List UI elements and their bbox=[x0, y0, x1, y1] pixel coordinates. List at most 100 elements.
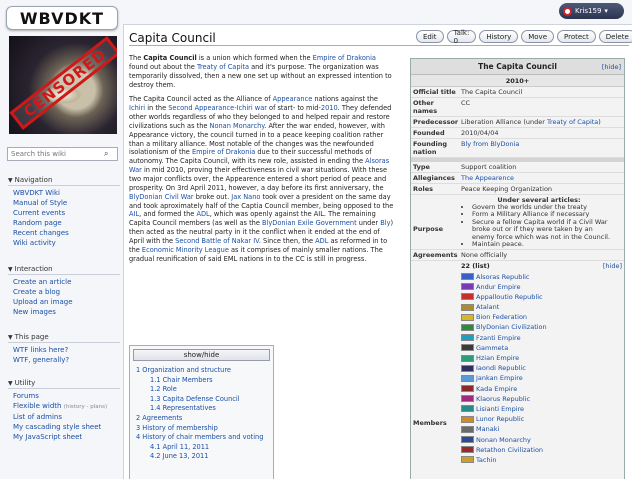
portlet-navigation: ▼ Navigation WBVDKT Wiki Manual of Style … bbox=[8, 176, 120, 248]
toc-entry[interactable]: 1.4 Representatives bbox=[133, 404, 270, 414]
portlet-title: Navigation bbox=[14, 176, 53, 184]
search-input[interactable] bbox=[8, 150, 104, 158]
portlet-interaction: ▼ Interaction Create an article Create a … bbox=[8, 265, 120, 317]
article-link[interactable]: AIL bbox=[129, 210, 139, 218]
article-link[interactable]: Empire of Drakonia bbox=[313, 54, 376, 62]
article-link[interactable]: Second Battle of Nakar IV bbox=[175, 237, 259, 245]
member-link[interactable]: Bion Federation bbox=[476, 313, 527, 321]
article-text: The bbox=[129, 54, 144, 62]
table-of-contents: show/hide 1 Organization and structure 1.… bbox=[129, 345, 274, 479]
member-link[interactable]: Iaondi Republic bbox=[476, 364, 526, 372]
article-link[interactable]: BlyDonian Civil War bbox=[129, 193, 194, 201]
member-item: Manaki bbox=[411, 424, 624, 434]
member-item: Tachin bbox=[411, 455, 624, 465]
member-link[interactable]: Fzanti Empire bbox=[476, 334, 521, 342]
talk-button[interactable]: Talk: 0 bbox=[446, 29, 477, 45]
delete-button[interactable]: Delete bbox=[598, 30, 632, 43]
toc-toggle-button[interactable]: show/hide bbox=[133, 349, 270, 361]
site-logo[interactable]: WBVDKT bbox=[6, 6, 118, 30]
infobox-rows: Official title The Capita Council Other na… bbox=[411, 87, 624, 158]
article-link[interactable]: BlyDonian Exile Government bbox=[262, 219, 357, 227]
nav-item[interactable]: Create an article bbox=[8, 277, 120, 287]
nav-item[interactable]: WTF links here? bbox=[8, 345, 120, 355]
members-count[interactable]: 22 (list) bbox=[461, 262, 490, 270]
article-link[interactable]: Jax Nano bbox=[231, 193, 260, 201]
member-link[interactable]: Andur Empire bbox=[476, 283, 520, 291]
nav-item[interactable]: Manual of Style bbox=[8, 198, 120, 208]
member-link[interactable]: Alsoras Republic bbox=[476, 273, 530, 281]
nav-item[interactable]: WTF, generally? bbox=[8, 355, 120, 365]
nav-item[interactable]: List of admins bbox=[8, 412, 120, 422]
member-link[interactable]: Kada Empire bbox=[476, 385, 517, 393]
nav-item[interactable]: Create a blog bbox=[8, 287, 120, 297]
member-link[interactable]: Manaki bbox=[476, 425, 499, 433]
nav-item[interactable]: WBVDKT Wiki bbox=[8, 188, 120, 198]
members-hide-link[interactable]: [hide] bbox=[603, 262, 622, 270]
member-link[interactable]: Hzian Empire bbox=[476, 354, 519, 362]
triangle-down-icon[interactable]: ▼ bbox=[8, 177, 13, 184]
article-link[interactable]: Second Appearance-Ichiri war bbox=[168, 104, 267, 112]
history-button[interactable]: History bbox=[479, 30, 519, 43]
triangle-down-icon[interactable]: ▼ bbox=[8, 266, 13, 273]
article-text: broke out. bbox=[193, 192, 232, 201]
protect-button[interactable]: Protect bbox=[557, 30, 596, 43]
member-link[interactable]: Tachin bbox=[476, 456, 497, 464]
member-link[interactable]: Appalloutio Republic bbox=[476, 293, 543, 301]
nav-item[interactable]: Current events bbox=[8, 208, 120, 218]
toc-entry[interactable]: 4 History of chair members and voting bbox=[133, 433, 270, 443]
nav-item[interactable]: New images bbox=[8, 307, 120, 317]
member-link[interactable]: Nonan Monarchy bbox=[476, 436, 531, 444]
article-link[interactable]: 2010 bbox=[321, 104, 338, 112]
member-link[interactable]: Atalant bbox=[476, 303, 499, 311]
article-link[interactable]: Nonan Monarchy bbox=[210, 122, 265, 130]
member-link[interactable]: Lisianti Empire bbox=[476, 405, 524, 413]
article-link[interactable]: Ichiri bbox=[129, 104, 145, 112]
toc-entry[interactable]: 1.1 Chair Members bbox=[133, 376, 270, 386]
article-link[interactable]: Appearance bbox=[273, 95, 313, 103]
portlet-utility: ▼ Utility Forums Flexible width (history … bbox=[8, 379, 120, 442]
toc-entry[interactable]: 1.2 Role bbox=[133, 385, 270, 395]
edit-button[interactable]: Edit bbox=[416, 30, 444, 43]
toc-entry[interactable]: 1.3 Capita Defense Council bbox=[133, 395, 270, 405]
nav-item-flexible-width[interactable]: Flexible width (history - plans) bbox=[8, 401, 120, 412]
move-button[interactable]: Move bbox=[521, 30, 555, 43]
nav-item[interactable]: Recent changes bbox=[8, 228, 120, 238]
article-link[interactable]: Economic Minority League bbox=[142, 246, 229, 254]
member-link[interactable]: Klaorus Republic bbox=[476, 395, 530, 403]
toc-entry[interactable]: 4.2 June 13, 2011 bbox=[133, 452, 270, 462]
article-link[interactable]: Treaty of Capita bbox=[197, 63, 249, 71]
member-link[interactable]: BlyDonian Civilization bbox=[476, 323, 547, 331]
toc-entry[interactable]: 2 Agreements bbox=[133, 414, 270, 424]
infobox-key: Allegiances bbox=[413, 174, 455, 182]
nav-item[interactable]: Random page bbox=[8, 218, 120, 228]
toc-entry[interactable]: 3 History of membership bbox=[133, 424, 270, 434]
nav-item[interactable]: My JavaScript sheet bbox=[8, 432, 120, 442]
article-link[interactable]: ADL bbox=[196, 210, 209, 218]
magnifier-icon[interactable]: ⌕ bbox=[104, 149, 108, 159]
article-link[interactable]: ADL bbox=[315, 237, 328, 245]
member-link[interactable]: Lunor Republic bbox=[476, 415, 524, 423]
search-box[interactable]: ⌕ bbox=[7, 147, 118, 161]
flag-icon bbox=[461, 364, 474, 372]
toc-entry[interactable]: 4.1 April 11, 2011 bbox=[133, 443, 270, 453]
article-link[interactable]: Bly bbox=[380, 219, 390, 227]
user-menu[interactable]: Kris159 ▾ bbox=[559, 3, 624, 19]
article-link[interactable]: Empire of Drakonia bbox=[192, 148, 255, 156]
nav-item[interactable]: Wiki activity bbox=[8, 238, 120, 248]
article-text: of start- to mid- bbox=[266, 104, 321, 113]
toc-entry[interactable]: 1 Organization and structure bbox=[133, 366, 270, 376]
member-link[interactable]: Gammeta bbox=[476, 344, 508, 352]
purpose-item: Secure a fellow Capita world if a Civil … bbox=[472, 218, 617, 241]
nav-item[interactable]: Upload an image bbox=[8, 297, 120, 307]
member-link[interactable]: Jankan Empire bbox=[476, 374, 523, 382]
member-link[interactable]: Retathon Civilization bbox=[476, 446, 543, 454]
nav-item[interactable]: Forums bbox=[8, 391, 120, 401]
nav-item[interactable]: My cascading style sheet bbox=[8, 422, 120, 432]
triangle-down-icon[interactable]: ▼ bbox=[8, 380, 13, 387]
infobox-link[interactable]: Treaty of Capita bbox=[547, 118, 598, 126]
triangle-down-icon[interactable]: ▼ bbox=[8, 334, 13, 341]
infobox-link[interactable]: The Appearence bbox=[461, 174, 514, 182]
infobox-agreements: Agreements None officially bbox=[411, 250, 624, 262]
infobox-link[interactable]: Bly from BlyDonia bbox=[461, 140, 519, 148]
infobox-hide-link[interactable]: [hide] bbox=[602, 59, 621, 75]
